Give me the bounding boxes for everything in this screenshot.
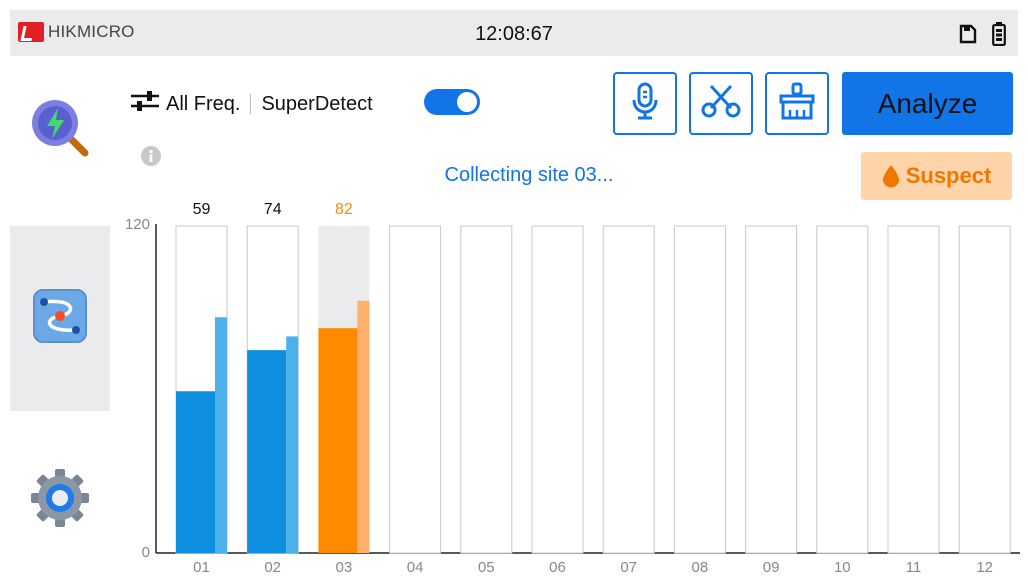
vibration-bar-chart: 120 0 59 01 74 02 82 03 04 05 06 07 08 09 10 11 12 [125, 201, 1020, 576]
clean-button[interactable] [765, 72, 829, 135]
drop-icon [882, 165, 899, 188]
y-tick-label: 0 [142, 544, 150, 561]
gear-icon [29, 467, 91, 534]
bar-value-label: 59 [193, 201, 211, 218]
bar-primary [176, 391, 215, 553]
x-tick-label: 08 [692, 559, 709, 576]
scissors-icon [701, 84, 741, 123]
toggle-knob [457, 92, 477, 112]
site-slot [745, 225, 798, 554]
x-tick-label: 11 [906, 559, 922, 576]
site-slot [816, 225, 869, 554]
site-slot [887, 225, 940, 554]
divider [250, 94, 252, 114]
x-tick-label: 06 [549, 559, 566, 576]
sd-card-icon [958, 24, 978, 49]
suspect-label: Suspect [905, 163, 992, 188]
sidebar-item-route[interactable] [10, 226, 110, 411]
microphone-button[interactable] [613, 72, 677, 135]
bar-value-label: 74 [264, 201, 282, 218]
broom-icon [778, 82, 816, 125]
x-tick-label: 01 [193, 559, 210, 576]
route-icon [32, 288, 88, 349]
superdetect-toggle[interactable] [424, 89, 480, 115]
frequency-filter[interactable]: All Freq. SuperDetect [130, 90, 373, 118]
app-screen: HIKMICRO 12:08:67 All Freq. SuperDetect … [0, 0, 1028, 576]
bar-value-label: 82 [335, 201, 353, 218]
x-tick-label: 05 [478, 559, 495, 576]
bar-secondary [215, 317, 227, 553]
site-slot [602, 225, 655, 554]
x-tick-label: 10 [834, 559, 851, 576]
battery-icon [992, 22, 1006, 51]
site-slot [531, 225, 584, 554]
sidebar-item-settings[interactable] [10, 440, 110, 560]
frequency-filter-label: All Freq. [166, 92, 241, 115]
bar-primary [247, 350, 287, 553]
bar-secondary [286, 336, 299, 553]
y-tick-label: 120 [125, 216, 150, 233]
bar-primary [318, 328, 358, 553]
x-tick-label: 07 [620, 559, 637, 576]
analyze-button[interactable]: Analyze [842, 72, 1013, 135]
x-tick-label: 04 [407, 559, 424, 576]
clock: 12:08:67 [475, 23, 553, 45]
site-slot [673, 225, 726, 554]
site-slot [460, 225, 513, 554]
x-tick-label: 09 [763, 559, 780, 576]
x-tick-label: 03 [336, 559, 353, 576]
x-tick-label: 02 [264, 559, 281, 576]
x-tick-label: 12 [976, 559, 993, 576]
magnifier-bolt-icon [27, 95, 93, 166]
superdetect-label: SuperDetect [261, 92, 373, 115]
microphone-icon [631, 82, 659, 125]
site-slot [958, 225, 1011, 554]
scissors-button[interactable] [689, 72, 753, 135]
sliders-icon [130, 90, 160, 118]
site-slot [389, 225, 442, 554]
status-bar: HIKMICRO 12:08:67 [10, 10, 1018, 56]
bar-secondary [357, 300, 370, 553]
